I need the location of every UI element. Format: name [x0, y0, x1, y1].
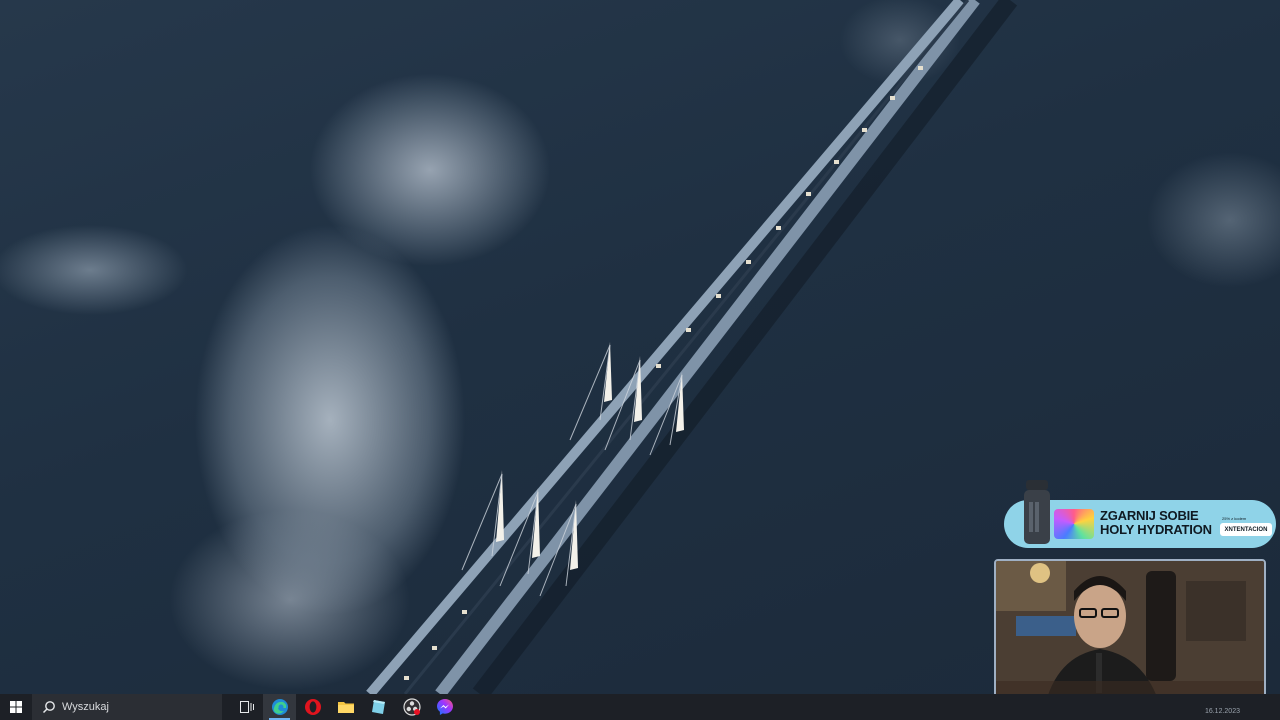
- taskbar-app-obs[interactable]: [395, 694, 428, 720]
- promo-banner: ZGARNIJ SOBIE HOLY HYDRATION 25% z kodem…: [1004, 480, 1276, 548]
- promo-title: ZGARNIJ SOBIE HOLY HYDRATION: [1100, 508, 1212, 537]
- taskbar: Wyszukaj 16.12.2023: [0, 694, 1280, 720]
- windows-logo-icon: [10, 701, 22, 713]
- task-view-button[interactable]: [230, 694, 263, 720]
- folder-icon: [337, 702, 354, 713]
- webcam-feed-icon: [996, 561, 1264, 709]
- promo-artwork: [1054, 509, 1094, 539]
- taskbar-clock[interactable]: 16.12.2023: [1205, 708, 1240, 715]
- taskbar-app-messenger[interactable]: [428, 694, 461, 720]
- search-placeholder: Wyszukaj: [62, 701, 109, 713]
- notepad-icon: [371, 700, 385, 714]
- taskbar-app-opera[interactable]: [296, 694, 329, 720]
- promo-code: XNTENTACION: [1220, 523, 1272, 536]
- opera-icon: [304, 699, 321, 715]
- taskbar-app-file-explorer[interactable]: [329, 694, 362, 720]
- shaker-bottle-icon: [1024, 480, 1050, 544]
- promo-code-label: 25% z kodem: [1222, 516, 1247, 521]
- start-button[interactable]: [0, 694, 32, 720]
- search-icon: [42, 701, 55, 714]
- taskbar-app-notepad[interactable]: [362, 694, 395, 720]
- messenger-icon: [436, 699, 453, 715]
- edge-icon: [271, 699, 288, 715]
- search-box[interactable]: Wyszukaj: [32, 694, 222, 720]
- taskbar-app-edge[interactable]: [263, 694, 296, 720]
- task-view-icon: [239, 701, 254, 713]
- obs-icon: [402, 698, 421, 716]
- webcam-overlay: [994, 559, 1266, 711]
